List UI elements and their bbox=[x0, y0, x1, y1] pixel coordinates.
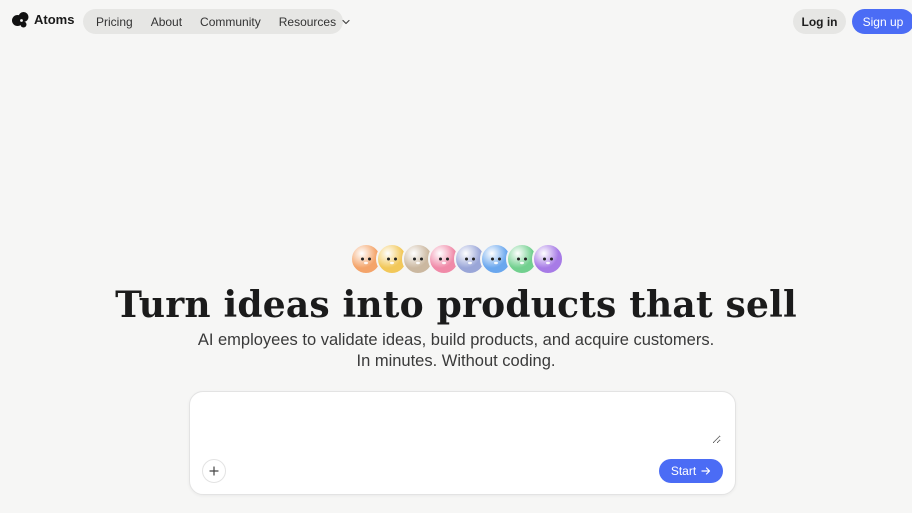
nav-link-pricing[interactable]: Pricing bbox=[96, 15, 133, 29]
page: Atoms Pricing About Community Resources … bbox=[0, 0, 912, 513]
avatar bbox=[532, 243, 564, 275]
top-nav: Atoms Pricing About Community Resources … bbox=[12, 9, 912, 34]
signup-button[interactable]: Sign up bbox=[852, 9, 912, 34]
login-button[interactable]: Log in bbox=[793, 9, 846, 34]
brand[interactable]: Atoms bbox=[12, 11, 74, 28]
nav-link-resources[interactable]: Resources bbox=[279, 15, 351, 29]
nav-menu: Pricing About Community Resources bbox=[83, 9, 350, 34]
avatar-group bbox=[350, 243, 566, 275]
arrow-right-icon bbox=[701, 467, 711, 475]
start-button-label: Start bbox=[670, 464, 697, 478]
nav-link-community[interactable]: Community bbox=[200, 15, 261, 29]
brand-name: Atoms bbox=[34, 12, 75, 27]
atoms-logo-icon bbox=[12, 12, 29, 28]
chevron-down-icon bbox=[342, 19, 350, 24]
nav-link-resources-label: Resources bbox=[278, 14, 337, 29]
hero-title: Turn ideas into products that sell bbox=[115, 284, 797, 326]
avatar-face-icon bbox=[543, 257, 553, 265]
nav-link-about[interactable]: About bbox=[151, 15, 182, 29]
hero-subtitle-line-2: In minutes. Without coding. bbox=[356, 352, 556, 370]
prompt-box: Start bbox=[189, 391, 736, 495]
add-attachment-button[interactable] bbox=[202, 459, 226, 483]
start-button[interactable]: Start bbox=[659, 459, 723, 483]
hero-subtitle-line-1: AI employees to validate ideas, build pr… bbox=[197, 331, 715, 349]
prompt-input[interactable] bbox=[204, 404, 721, 444]
hero-subtitle: AI employees to validate ideas, build pr… bbox=[0, 330, 912, 372]
plus-icon bbox=[209, 466, 219, 476]
